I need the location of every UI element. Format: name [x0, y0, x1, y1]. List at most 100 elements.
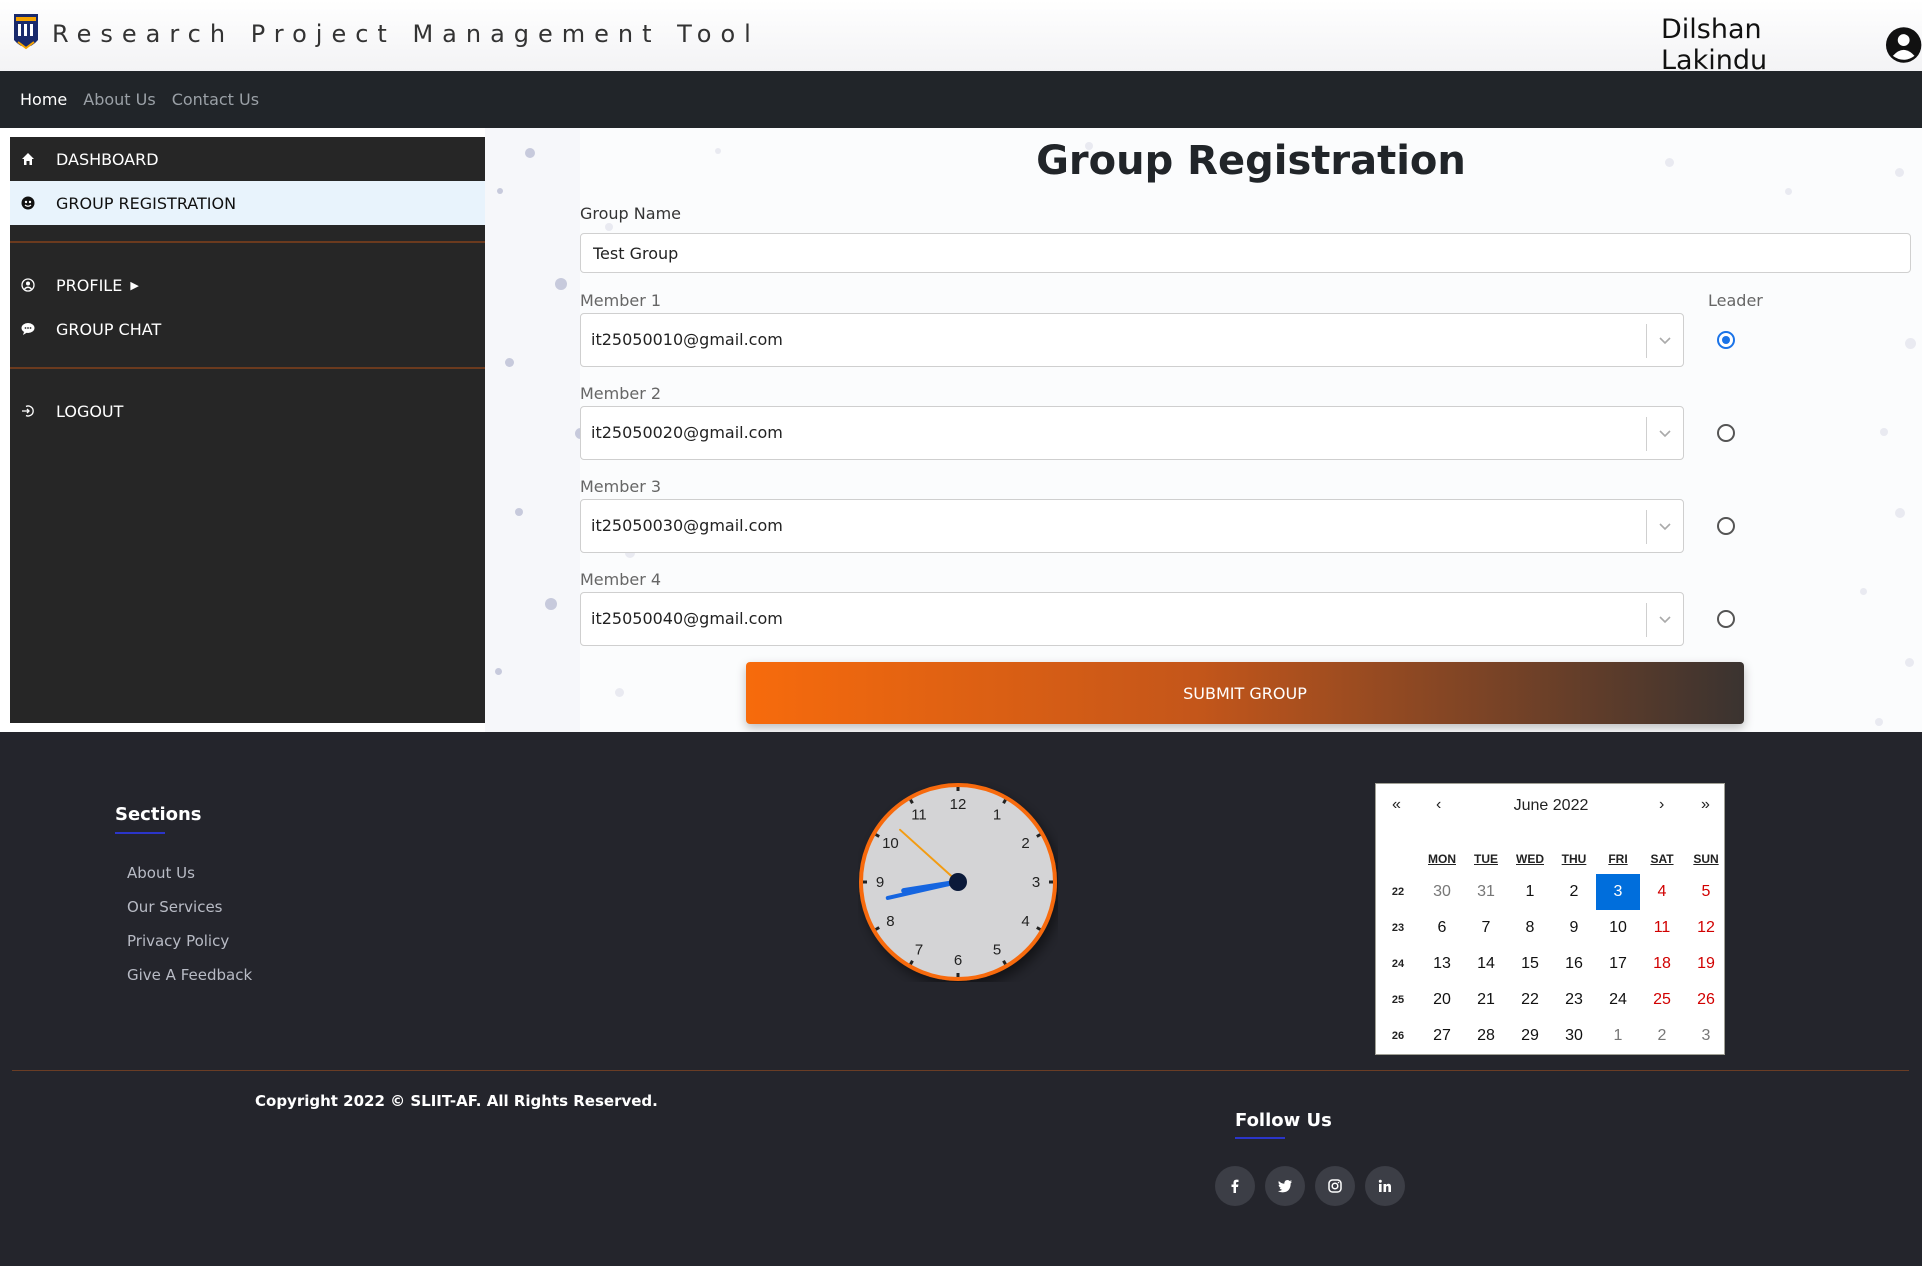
calendar-day[interactable]: 14 — [1464, 946, 1508, 982]
calendar-month-label[interactable]: June 2022 — [1376, 797, 1726, 815]
group-registration-form: Group Registration Group Name Leader Mem… — [580, 128, 1922, 732]
sidebar-item-label: GROUP CHAT — [56, 319, 162, 339]
calendar-day[interactable]: 10 — [1596, 910, 1640, 946]
calendar-weekday-header: MON — [1428, 852, 1456, 866]
calendar-day[interactable]: 18 — [1640, 946, 1684, 982]
calendar-day[interactable]: 22 — [1508, 982, 1552, 1018]
sidebar-item-group-registration[interactable]: GROUP REGISTRATION — [10, 181, 485, 225]
calendar-day[interactable]: 2 — [1552, 874, 1596, 910]
calendar-day[interactable]: 30 — [1552, 1018, 1596, 1054]
calendar-day[interactable]: 20 — [1420, 982, 1464, 1018]
calendar-day[interactable]: 11 — [1640, 910, 1684, 946]
member-3-select[interactable]: it25050030@gmail.com — [580, 499, 1684, 553]
calendar-day[interactable]: 4 — [1640, 874, 1684, 910]
calendar-day[interactable]: 13 — [1420, 946, 1464, 982]
page-title: Group Registration — [1036, 138, 1466, 184]
clock-tick — [874, 926, 880, 931]
sidebar-item-profile[interactable]: PROFILE ▶ — [10, 263, 485, 307]
calendar-day[interactable]: 17 — [1596, 946, 1640, 982]
member-2-leader-radio[interactable] — [1717, 424, 1735, 442]
clock-number: 11 — [911, 806, 927, 823]
profile-icon — [20, 277, 36, 293]
calendar-day[interactable]: 27 — [1420, 1018, 1464, 1054]
background-dot — [515, 508, 523, 516]
footer-link-privacy-policy[interactable]: Privacy Policy — [127, 932, 229, 950]
footer-divider — [12, 1070, 1909, 1071]
calendar-day[interactable]: 3 — [1596, 874, 1640, 910]
logout-icon — [20, 403, 36, 419]
sidebar-divider — [10, 367, 485, 369]
calendar-day[interactable]: 24 — [1596, 982, 1640, 1018]
clock-tick — [874, 833, 880, 838]
calendar-day[interactable]: 9 — [1552, 910, 1596, 946]
user-name: Dilshan Lakindu — [1661, 14, 1768, 76]
chevron-down-icon[interactable] — [1657, 425, 1673, 441]
calendar-day[interactable]: 6 — [1420, 910, 1464, 946]
twitter-link[interactable] — [1265, 1166, 1305, 1206]
calendar-day[interactable]: 28 — [1464, 1018, 1508, 1054]
member-2-select[interactable]: it25050020@gmail.com — [580, 406, 1684, 460]
chevron-down-icon[interactable] — [1657, 332, 1673, 348]
calendar-day[interactable]: 19 — [1684, 946, 1728, 982]
nav-about-us[interactable]: About Us — [83, 90, 155, 109]
twitter-icon — [1277, 1180, 1292, 1193]
member-1-select[interactable]: it25050010@gmail.com — [580, 313, 1684, 367]
sidebar-item-group-chat[interactable]: GROUP CHAT — [10, 307, 485, 351]
calendar-week-number: 22 — [1391, 886, 1405, 898]
footer-link-about-us[interactable]: About Us — [127, 864, 195, 882]
calendar-day[interactable]: 15 — [1508, 946, 1552, 982]
select-divider — [1646, 510, 1647, 544]
footer-link-our-services[interactable]: Our Services — [127, 898, 223, 916]
calendar-day[interactable]: 1 — [1596, 1018, 1640, 1054]
linkedin-link[interactable] — [1365, 1166, 1405, 1206]
calendar-day[interactable]: 7 — [1464, 910, 1508, 946]
calendar-widget: « ‹ June 2022 › » MON TUE WED THU FRI SAT SUN 2… — [1375, 783, 1725, 1055]
background-dot — [505, 358, 514, 367]
sidebar: DASHBOARD GROUP REGISTRATION PROFILE ▶ G… — [10, 137, 485, 723]
member-3-leader-radio[interactable] — [1717, 517, 1735, 535]
main-content: Group Registration Group Name Leader Mem… — [485, 128, 1922, 732]
calendar-day[interactable]: 30 — [1420, 874, 1464, 910]
calendar-day[interactable]: 26 — [1684, 982, 1728, 1018]
sidebar-item-dashboard[interactable]: DASHBOARD — [10, 137, 485, 181]
calendar-day[interactable]: 16 — [1552, 946, 1596, 982]
calendar-day[interactable]: 1 — [1508, 874, 1552, 910]
calendar-day[interactable]: 23 — [1552, 982, 1596, 1018]
member-4-value: it25050040@gmail.com — [591, 609, 783, 628]
instagram-link[interactable] — [1315, 1166, 1355, 1206]
sidebar-item-logout[interactable]: LOGOUT — [10, 389, 485, 433]
nav-home[interactable]: Home — [20, 90, 67, 109]
sections-title: Sections — [115, 804, 202, 825]
calendar-day[interactable]: 2 — [1640, 1018, 1684, 1054]
calendar-day[interactable]: 5 — [1684, 874, 1728, 910]
background-dot — [545, 598, 557, 610]
user-menu[interactable]: Dilshan Lakindu — [1661, 14, 1922, 76]
user-avatar-icon[interactable] — [1885, 26, 1922, 64]
submit-group-button[interactable]: SUBMIT GROUP — [746, 662, 1744, 724]
member-4-leader-radio[interactable] — [1717, 610, 1735, 628]
calendar-day[interactable]: 8 — [1508, 910, 1552, 946]
chevron-down-icon[interactable] — [1657, 518, 1673, 534]
member-1-leader-radio[interactable] — [1717, 331, 1735, 349]
member-1-value: it25050010@gmail.com — [591, 330, 783, 349]
calendar-next-month-button[interactable]: › — [1659, 796, 1664, 814]
select-divider — [1646, 417, 1647, 451]
calendar-day[interactable]: 12 — [1684, 910, 1728, 946]
sidebar-item-label: DASHBOARD — [56, 149, 159, 169]
calendar-day[interactable]: 21 — [1464, 982, 1508, 1018]
university-logo-icon — [14, 14, 38, 50]
calendar-week-number: 23 — [1391, 922, 1405, 934]
group-name-input[interactable] — [580, 233, 1911, 273]
calendar-next-year-button[interactable]: » — [1701, 796, 1710, 814]
clock-number: 5 — [993, 942, 1001, 959]
nav-contact-us[interactable]: Contact Us — [172, 90, 259, 109]
clock-number: 3 — [1032, 874, 1040, 891]
member-4-select[interactable]: it25050040@gmail.com — [580, 592, 1684, 646]
calendar-day[interactable]: 25 — [1640, 982, 1684, 1018]
chevron-down-icon[interactable] — [1657, 611, 1673, 627]
facebook-link[interactable] — [1215, 1166, 1255, 1206]
calendar-day[interactable]: 29 — [1508, 1018, 1552, 1054]
calendar-day[interactable]: 31 — [1464, 874, 1508, 910]
calendar-day[interactable]: 3 — [1684, 1018, 1728, 1054]
footer-link-give-feedback[interactable]: Give A Feedback — [127, 966, 252, 984]
